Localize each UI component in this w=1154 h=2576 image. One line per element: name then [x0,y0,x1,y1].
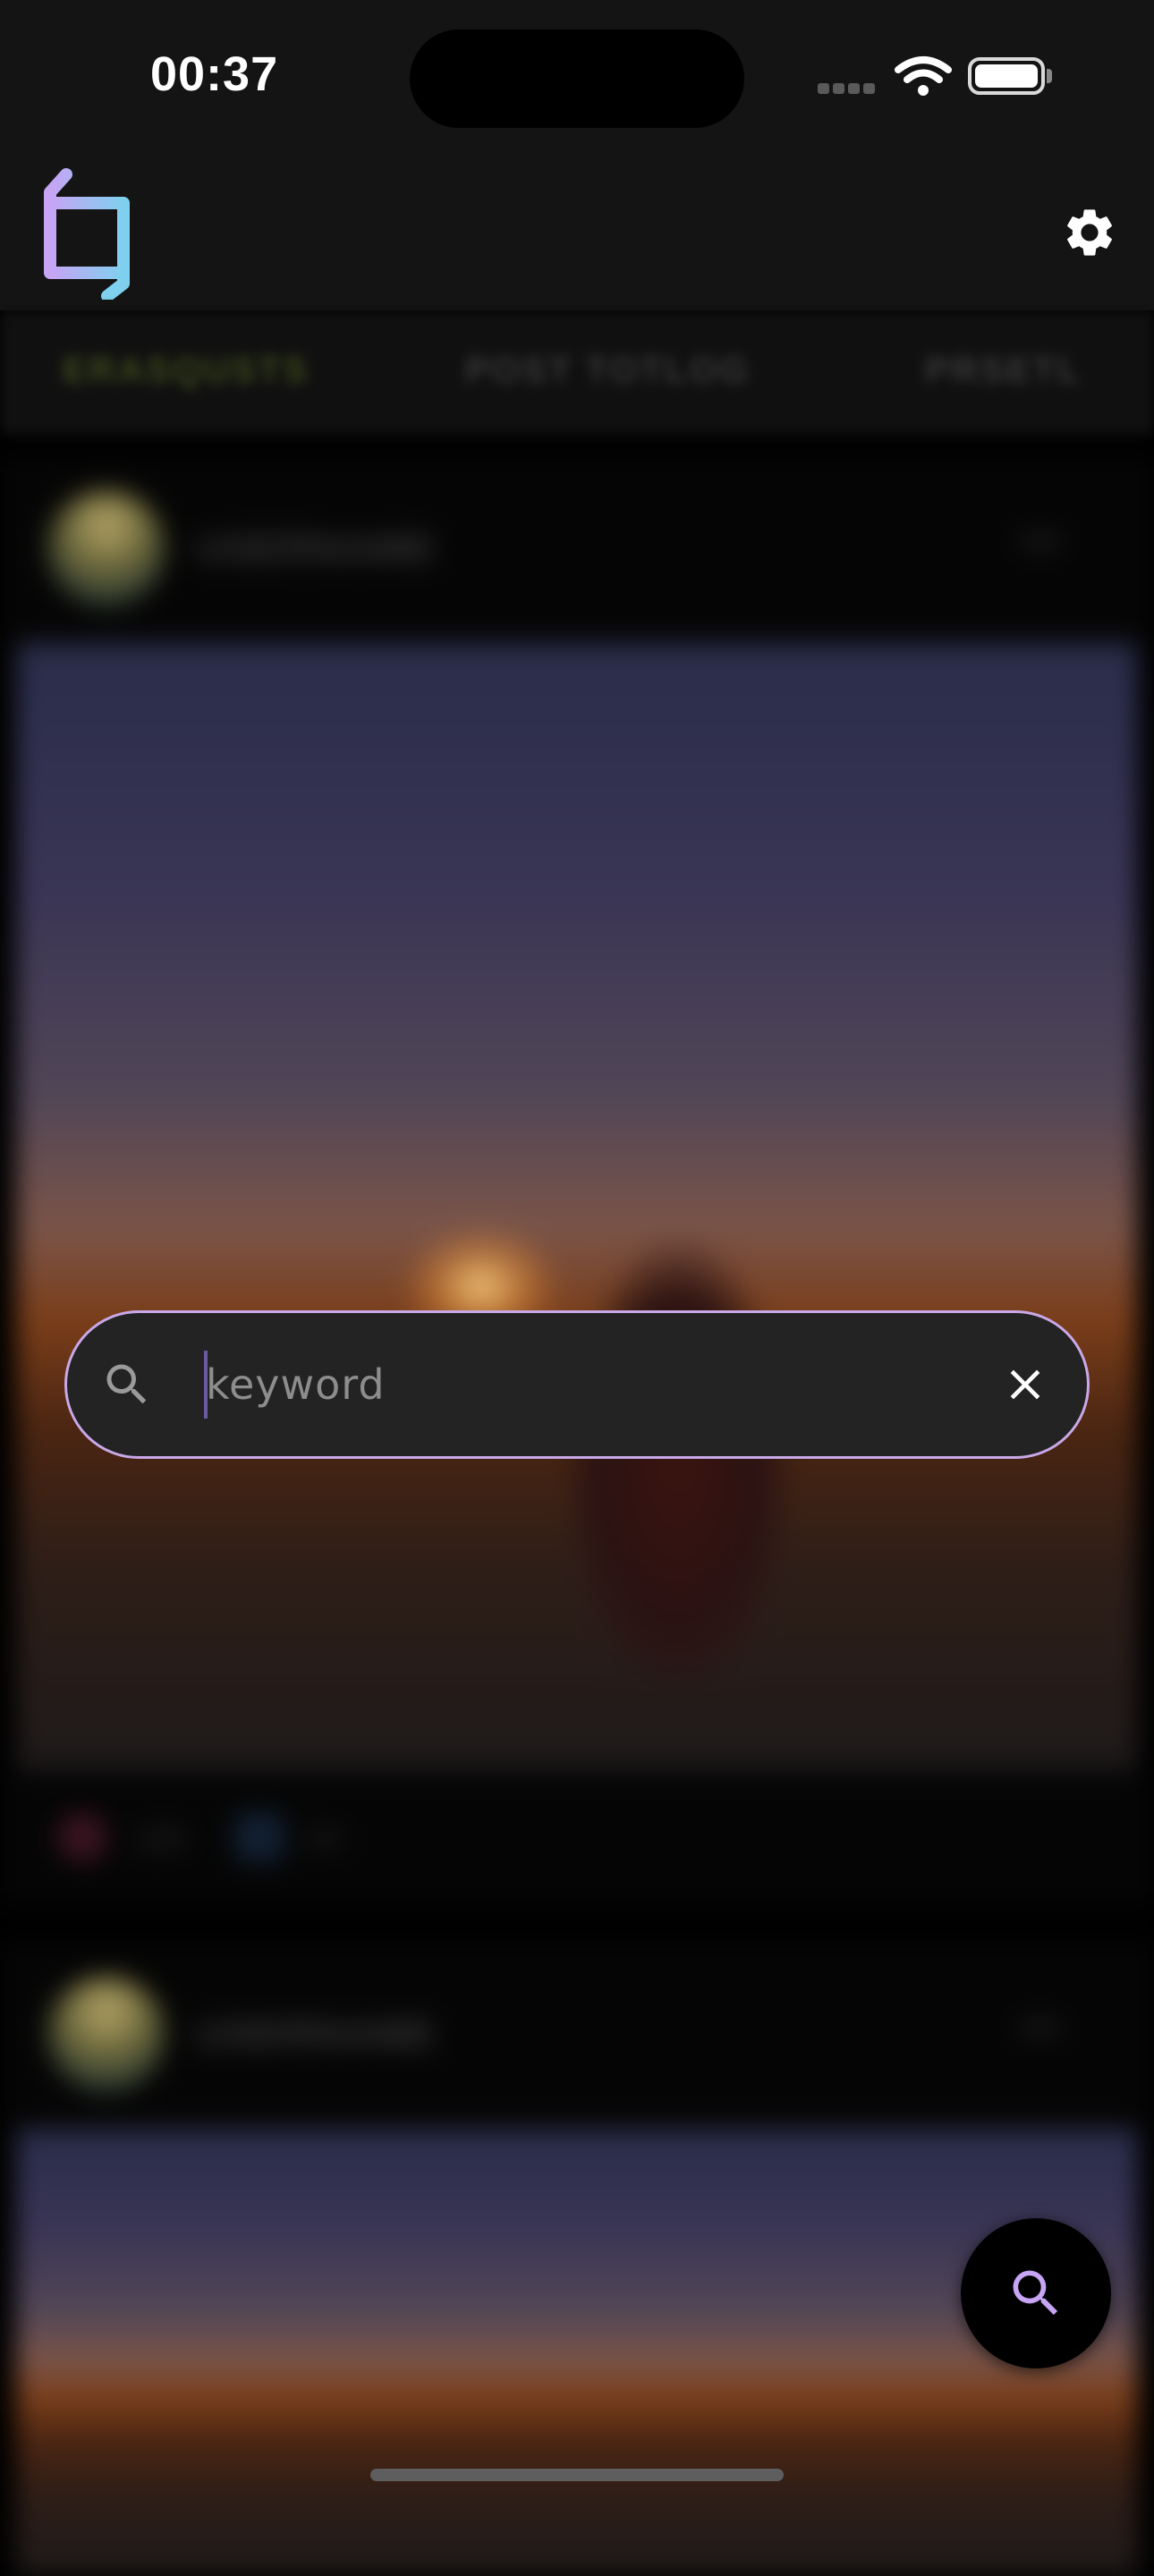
comment-icon[interactable] [234,1812,284,1862]
comment-count: 24 [306,1820,343,1857]
tab-profile[interactable]: PRSETL [925,351,1082,391]
battery-cap [1047,69,1052,83]
feed: USERNAME ••• 126 24 USERNAME ••• [0,436,1154,2576]
post-username[interactable]: USERNAME [197,527,437,572]
close-icon[interactable] [1000,1360,1050,1410]
search-input[interactable] [204,1349,975,1420]
search-icon [106,1364,147,1404]
gear-icon[interactable] [1061,204,1118,261]
avatar[interactable] [48,1977,165,2093]
post-username[interactable]: USERNAME [197,2012,437,2057]
wifi-icon [895,56,952,96]
post-actions: 126 24 [0,1770,1154,1904]
cellular-signal-icon [818,82,880,95]
tab-requests[interactable]: ERASQUSTS [63,351,310,391]
more-options-icon[interactable]: ••• [1020,520,1061,564]
post-header: USERNAME ••• [0,455,1154,643]
more-options-icon[interactable]: ••• [1020,2005,1061,2050]
search-fab-button[interactable] [961,2218,1111,2368]
post-image [16,2129,1138,2576]
tab-bar: ERASQUSTS POST TOTLOG PRSETL [0,310,1154,436]
battery-icon [968,57,1045,95]
heart-icon[interactable] [57,1812,107,1862]
home-indicator [370,2469,784,2481]
like-count: 126 [132,1820,187,1857]
tab-post-catalog[interactable]: POST TOTLOG [465,351,751,391]
logo-icon [44,168,130,300]
app-header [0,157,1154,310]
search-icon [1013,2270,1058,2316]
post-header: USERNAME ••• [0,1941,1154,2129]
post-image [16,643,1138,1770]
dynamic-island [410,30,744,128]
avatar[interactable] [48,491,165,607]
status-time: 00:37 [150,47,279,101]
